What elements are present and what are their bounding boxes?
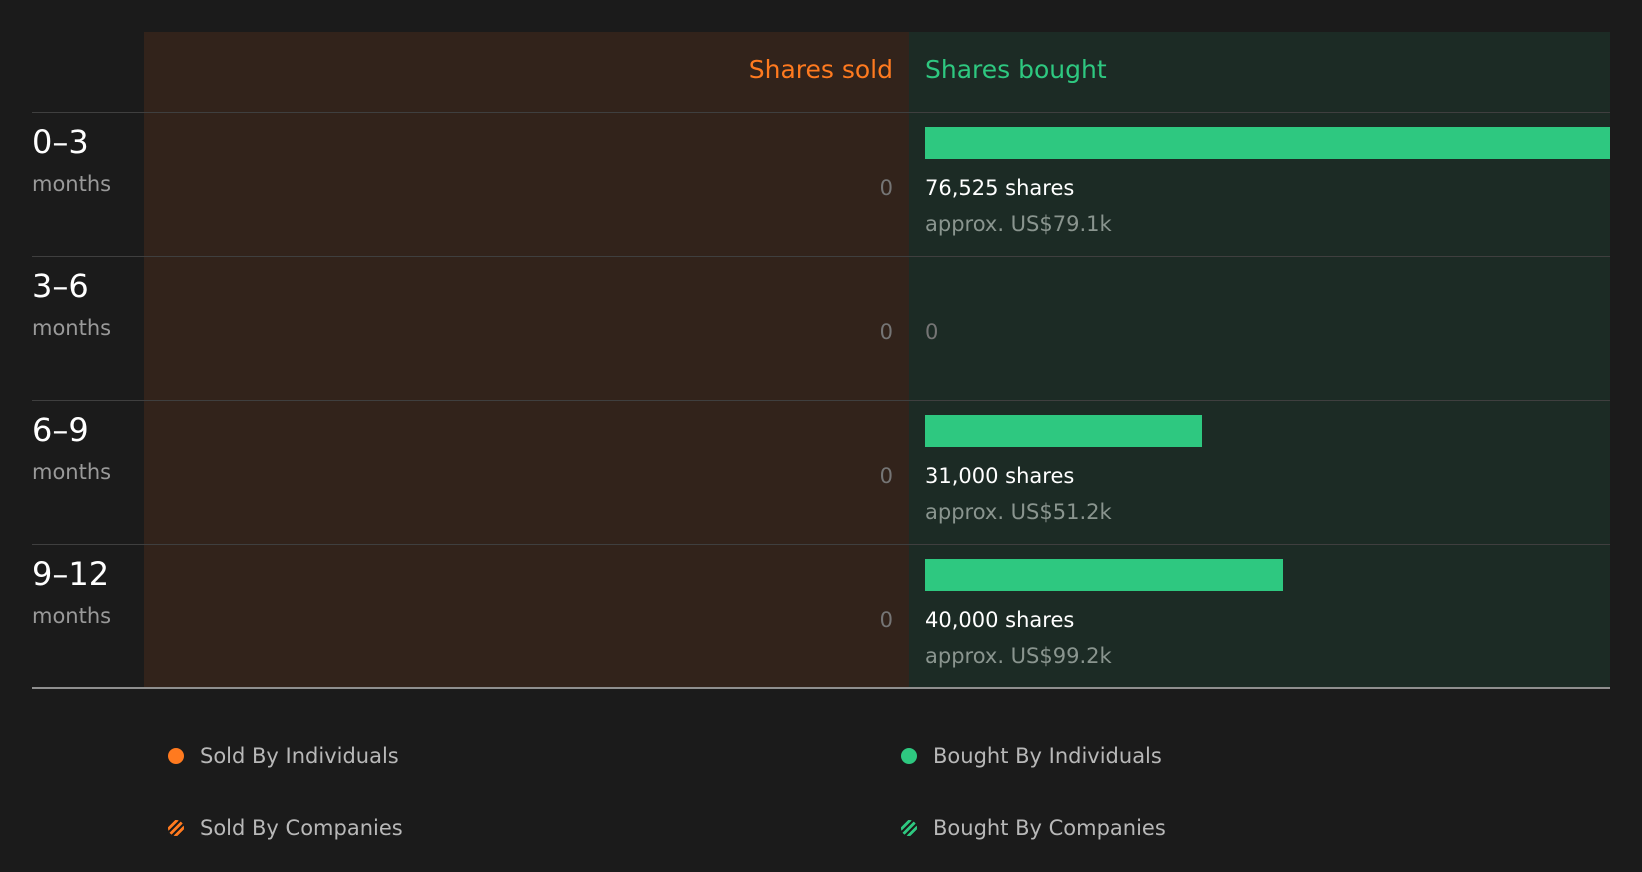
row-divider [32, 687, 1610, 689]
chart-row: 3–6 months 0 0 [0, 256, 1642, 400]
period-unit: months [32, 316, 112, 340]
shares-bought-value: 40,000 shares [925, 608, 1075, 632]
shares-sold-header: Shares sold [748, 55, 893, 84]
shares-sold-value: 0 [879, 608, 893, 632]
period-label: 0–3 [32, 123, 89, 161]
shares-bought-bar [925, 127, 1610, 159]
shares-bought-value: 0 [925, 320, 939, 344]
chart-row: 6–9 months 0 31,000 shares approx. US$51.2k [0, 400, 1642, 544]
chart-row: 0–3 months 0 76,525 shares approx. US$79.1k [0, 112, 1642, 256]
solid-swatch-icon [901, 748, 917, 764]
legend-label: Sold By Individuals [200, 744, 399, 768]
shares-bought-approx-usd: approx. US$79.1k [925, 212, 1112, 236]
legend-label: Bought By Individuals [933, 744, 1162, 768]
shares-bought-header: Shares bought [925, 55, 1107, 84]
period-unit: months [32, 604, 112, 628]
legend-label: Sold By Companies [200, 816, 403, 840]
period-unit: months [32, 460, 112, 484]
shares-sold-value: 0 [879, 320, 893, 344]
period-unit: months [32, 172, 112, 196]
shares-bought-bar [925, 415, 1202, 447]
shares-bought-approx-usd: approx. US$99.2k [925, 644, 1112, 668]
hatched-swatch-icon [901, 820, 917, 836]
shares-sold-value: 0 [879, 464, 893, 488]
period-label: 9–12 [32, 555, 110, 593]
shares-bought-bar [925, 559, 1283, 591]
shares-bought-value: 31,000 shares [925, 464, 1075, 488]
chart-row: 9–12 months 0 40,000 shares approx. US$99.2k [0, 544, 1642, 688]
legend-label: Bought By Companies [933, 816, 1166, 840]
solid-swatch-icon [168, 748, 184, 764]
shares-sold-value: 0 [879, 176, 893, 200]
period-label: 3–6 [32, 267, 89, 305]
shares-bought-approx-usd: approx. US$51.2k [925, 500, 1112, 524]
hatched-swatch-icon [168, 820, 184, 836]
shares-bought-value: 76,525 shares [925, 176, 1075, 200]
period-label: 6–9 [32, 411, 89, 449]
